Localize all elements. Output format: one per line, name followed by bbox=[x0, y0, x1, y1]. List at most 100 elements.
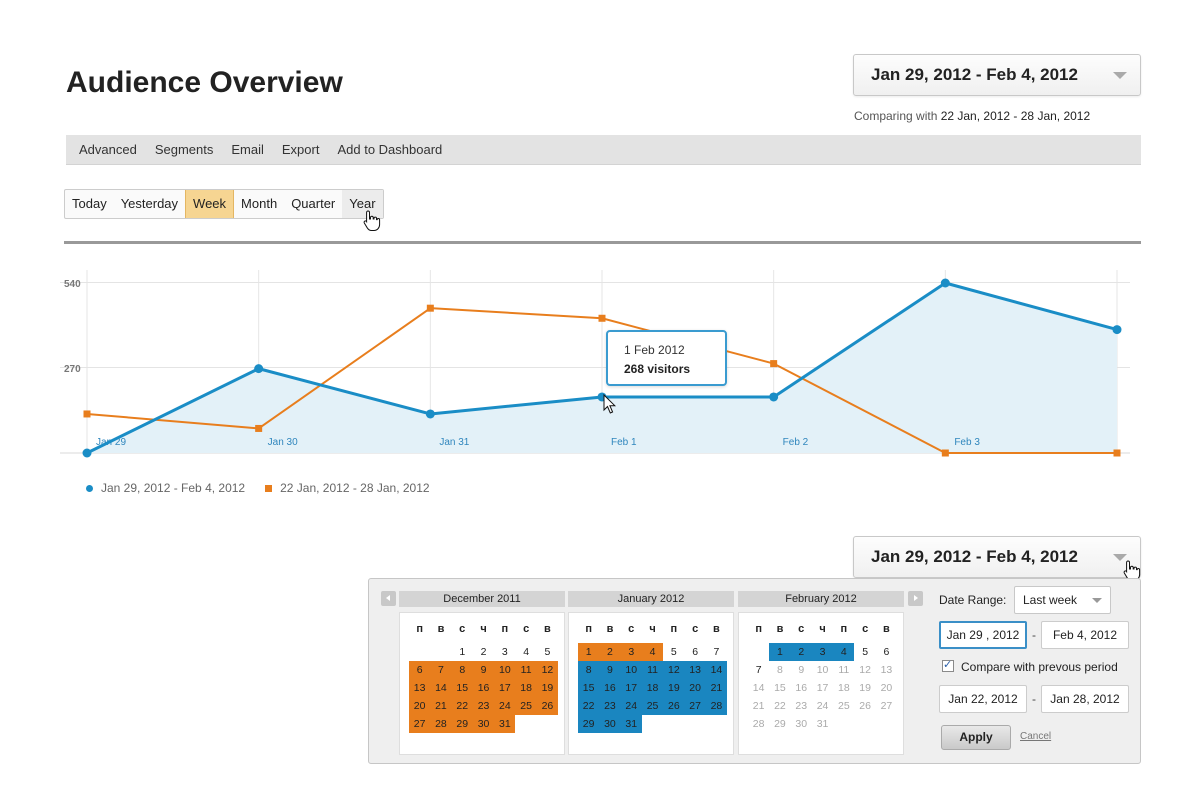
calendar-day[interactable]: 10 bbox=[620, 661, 642, 679]
calendar-day[interactable]: 10 bbox=[494, 661, 516, 679]
calendar-day[interactable]: 17 bbox=[494, 679, 516, 697]
calendar-day[interactable]: 15 bbox=[769, 679, 790, 697]
calendar-day[interactable]: 13 bbox=[876, 661, 897, 679]
calendar-day[interactable]: 5 bbox=[663, 643, 684, 661]
calendar-day[interactable]: 24 bbox=[494, 697, 516, 715]
calendar-day[interactable]: 25 bbox=[641, 697, 664, 715]
calendar-day[interactable]: 12 bbox=[663, 661, 685, 679]
next-month-button[interactable] bbox=[908, 591, 923, 606]
calendar-day[interactable]: 6 bbox=[876, 643, 897, 661]
calendar-day[interactable]: 25 bbox=[515, 697, 537, 715]
calendar-day[interactable]: 26 bbox=[536, 697, 559, 715]
calendar-day[interactable]: 27 bbox=[684, 697, 706, 715]
compare-start-input[interactable]: Jan 22, 2012 bbox=[939, 685, 1027, 713]
calendar-day[interactable]: 30 bbox=[599, 715, 621, 733]
calendar-day[interactable]: 8 bbox=[578, 661, 600, 679]
calendar-day[interactable]: 31 bbox=[620, 715, 642, 733]
calendar-day[interactable]: 1 bbox=[452, 643, 473, 661]
calendar-day[interactable]: 7 bbox=[430, 661, 452, 679]
calendar-day[interactable]: 5 bbox=[537, 643, 558, 661]
calendar-day[interactable]: 28 bbox=[748, 715, 769, 733]
calendar-day[interactable]: 2 bbox=[790, 643, 812, 661]
calendar-day[interactable]: 15 bbox=[451, 679, 473, 697]
calendar-day[interactable]: 3 bbox=[494, 643, 515, 661]
calendar-day[interactable]: 19 bbox=[854, 679, 875, 697]
calendar-day[interactable]: 28 bbox=[430, 715, 452, 733]
calendar-day[interactable]: 4 bbox=[641, 643, 664, 661]
calendar-day[interactable]: 21 bbox=[705, 679, 728, 697]
calendar-day[interactable]: 18 bbox=[641, 679, 664, 697]
calendar-day[interactable]: 29 bbox=[451, 715, 473, 733]
calendar-day[interactable]: 1 bbox=[769, 643, 791, 661]
calendar-day[interactable]: 17 bbox=[620, 679, 642, 697]
compare-end-input[interactable]: Jan 28, 2012 bbox=[1041, 685, 1129, 713]
calendar-day[interactable]: 11 bbox=[515, 661, 537, 679]
calendar-day[interactable]: 12 bbox=[854, 661, 875, 679]
prev-month-button[interactable] bbox=[381, 591, 396, 606]
apply-button[interactable]: Apply bbox=[941, 725, 1011, 750]
calendar-day[interactable]: 14 bbox=[705, 661, 728, 679]
calendar-day[interactable]: 22 bbox=[451, 697, 473, 715]
calendar-day[interactable]: 7 bbox=[706, 643, 727, 661]
compare-checkbox[interactable] bbox=[942, 658, 954, 672]
calendar-day[interactable]: 20 bbox=[876, 679, 897, 697]
calendar-day[interactable]: 25 bbox=[833, 697, 854, 715]
calendar-day[interactable]: 7 bbox=[748, 661, 769, 679]
calendar-day[interactable]: 31 bbox=[494, 715, 516, 733]
calendar-day[interactable]: 23 bbox=[599, 697, 621, 715]
calendar-day[interactable]: 19 bbox=[663, 679, 685, 697]
calendar-day[interactable]: 29 bbox=[769, 715, 790, 733]
calendar-day[interactable]: 24 bbox=[620, 697, 642, 715]
calendar-day[interactable]: 17 bbox=[812, 679, 833, 697]
calendar-day[interactable]: 9 bbox=[791, 661, 812, 679]
calendar-day[interactable]: 5 bbox=[854, 643, 875, 661]
calendar-day[interactable]: 20 bbox=[684, 679, 706, 697]
cancel-link[interactable]: Cancel bbox=[1020, 731, 1051, 742]
calendar-day[interactable]: 1 bbox=[578, 643, 600, 661]
calendar-day[interactable]: 9 bbox=[599, 661, 621, 679]
calendar-day[interactable]: 6 bbox=[409, 661, 431, 679]
calendar-day[interactable]: 21 bbox=[430, 697, 452, 715]
calendar-day[interactable]: 30 bbox=[472, 715, 495, 733]
calendar-day[interactable]: 22 bbox=[769, 697, 790, 715]
calendar-day[interactable]: 21 bbox=[748, 697, 769, 715]
calendar-day[interactable]: 11 bbox=[641, 661, 664, 679]
calendar-day[interactable]: 31 bbox=[812, 715, 833, 733]
calendar-day[interactable]: 2 bbox=[599, 643, 621, 661]
calendar-day[interactable]: 22 bbox=[578, 697, 600, 715]
calendar-day[interactable]: 14 bbox=[430, 679, 452, 697]
calendar-day[interactable]: 4 bbox=[515, 643, 536, 661]
calendar-day[interactable]: 16 bbox=[472, 679, 495, 697]
calendar-day[interactable]: 16 bbox=[791, 679, 812, 697]
end-date-input[interactable]: Feb 4, 2012 bbox=[1041, 621, 1129, 649]
calendar-day[interactable]: 18 bbox=[515, 679, 537, 697]
calendar-day[interactable]: 26 bbox=[663, 697, 685, 715]
calendar-day[interactable]: 11 bbox=[833, 661, 854, 679]
calendar-day[interactable]: 14 bbox=[748, 679, 769, 697]
calendar-day[interactable]: 3 bbox=[620, 643, 642, 661]
calendar-day[interactable]: 27 bbox=[409, 715, 431, 733]
calendar-day[interactable]: 8 bbox=[769, 661, 790, 679]
calendar-day[interactable]: 19 bbox=[536, 679, 559, 697]
calendar-day[interactable]: 29 bbox=[578, 715, 600, 733]
calendar-day[interactable]: 23 bbox=[791, 697, 812, 715]
calendar-day[interactable]: 26 bbox=[854, 697, 875, 715]
calendar-day[interactable]: 20 bbox=[409, 697, 431, 715]
calendar-day[interactable]: 4 bbox=[833, 643, 855, 661]
calendar-day[interactable]: 2 bbox=[473, 643, 494, 661]
calendar-day[interactable]: 15 bbox=[578, 679, 600, 697]
calendar-day[interactable]: 16 bbox=[599, 679, 621, 697]
calendar-day[interactable]: 3 bbox=[811, 643, 834, 661]
calendar-day[interactable]: 24 bbox=[812, 697, 833, 715]
calendar-day[interactable]: 18 bbox=[833, 679, 854, 697]
start-date-input[interactable]: Jan 29 , 2012 bbox=[939, 621, 1027, 649]
calendar-day[interactable]: 8 bbox=[451, 661, 473, 679]
date-range-picker-trigger[interactable]: Jan 29, 2012 - Feb 4, 2012 bbox=[853, 536, 1141, 578]
calendar-day[interactable]: 23 bbox=[472, 697, 495, 715]
calendar-day[interactable]: 30 bbox=[791, 715, 812, 733]
calendar-day[interactable]: 13 bbox=[684, 661, 706, 679]
calendar-day[interactable]: 27 bbox=[876, 697, 897, 715]
calendar-day[interactable]: 10 bbox=[812, 661, 833, 679]
calendar-day[interactable]: 9 bbox=[472, 661, 495, 679]
date-range-select[interactable]: Last week bbox=[1014, 586, 1111, 614]
